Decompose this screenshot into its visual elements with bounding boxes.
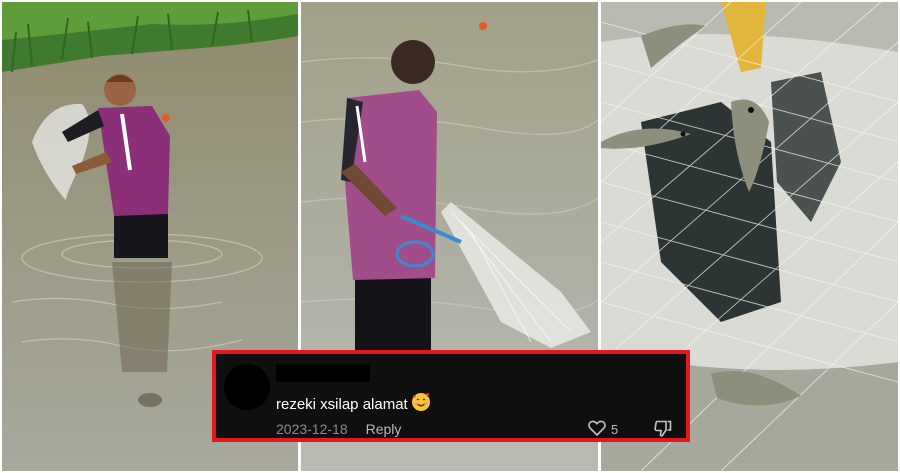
like-button[interactable]: 5 [588,420,618,439]
redacted-username [276,364,370,382]
comment-date: 2023-12-18 [276,421,348,437]
thumbs-down-icon[interactable] [654,420,672,442]
comment-body: rezeki xsilap alamat [276,392,431,418]
like-count: 5 [611,422,619,437]
smiling-face-with-hearts-icon [411,392,431,418]
comment-meta: 2023-12-18 Reply [276,421,401,437]
comment-text: rezeki xsilap alamat [276,396,408,413]
comment-card: rezeki xsilap alamat 2023-12-18 Reply 5 [212,350,690,442]
heart-icon [588,420,606,439]
reply-button[interactable]: Reply [366,421,402,437]
commenter-avatar[interactable] [224,364,270,410]
